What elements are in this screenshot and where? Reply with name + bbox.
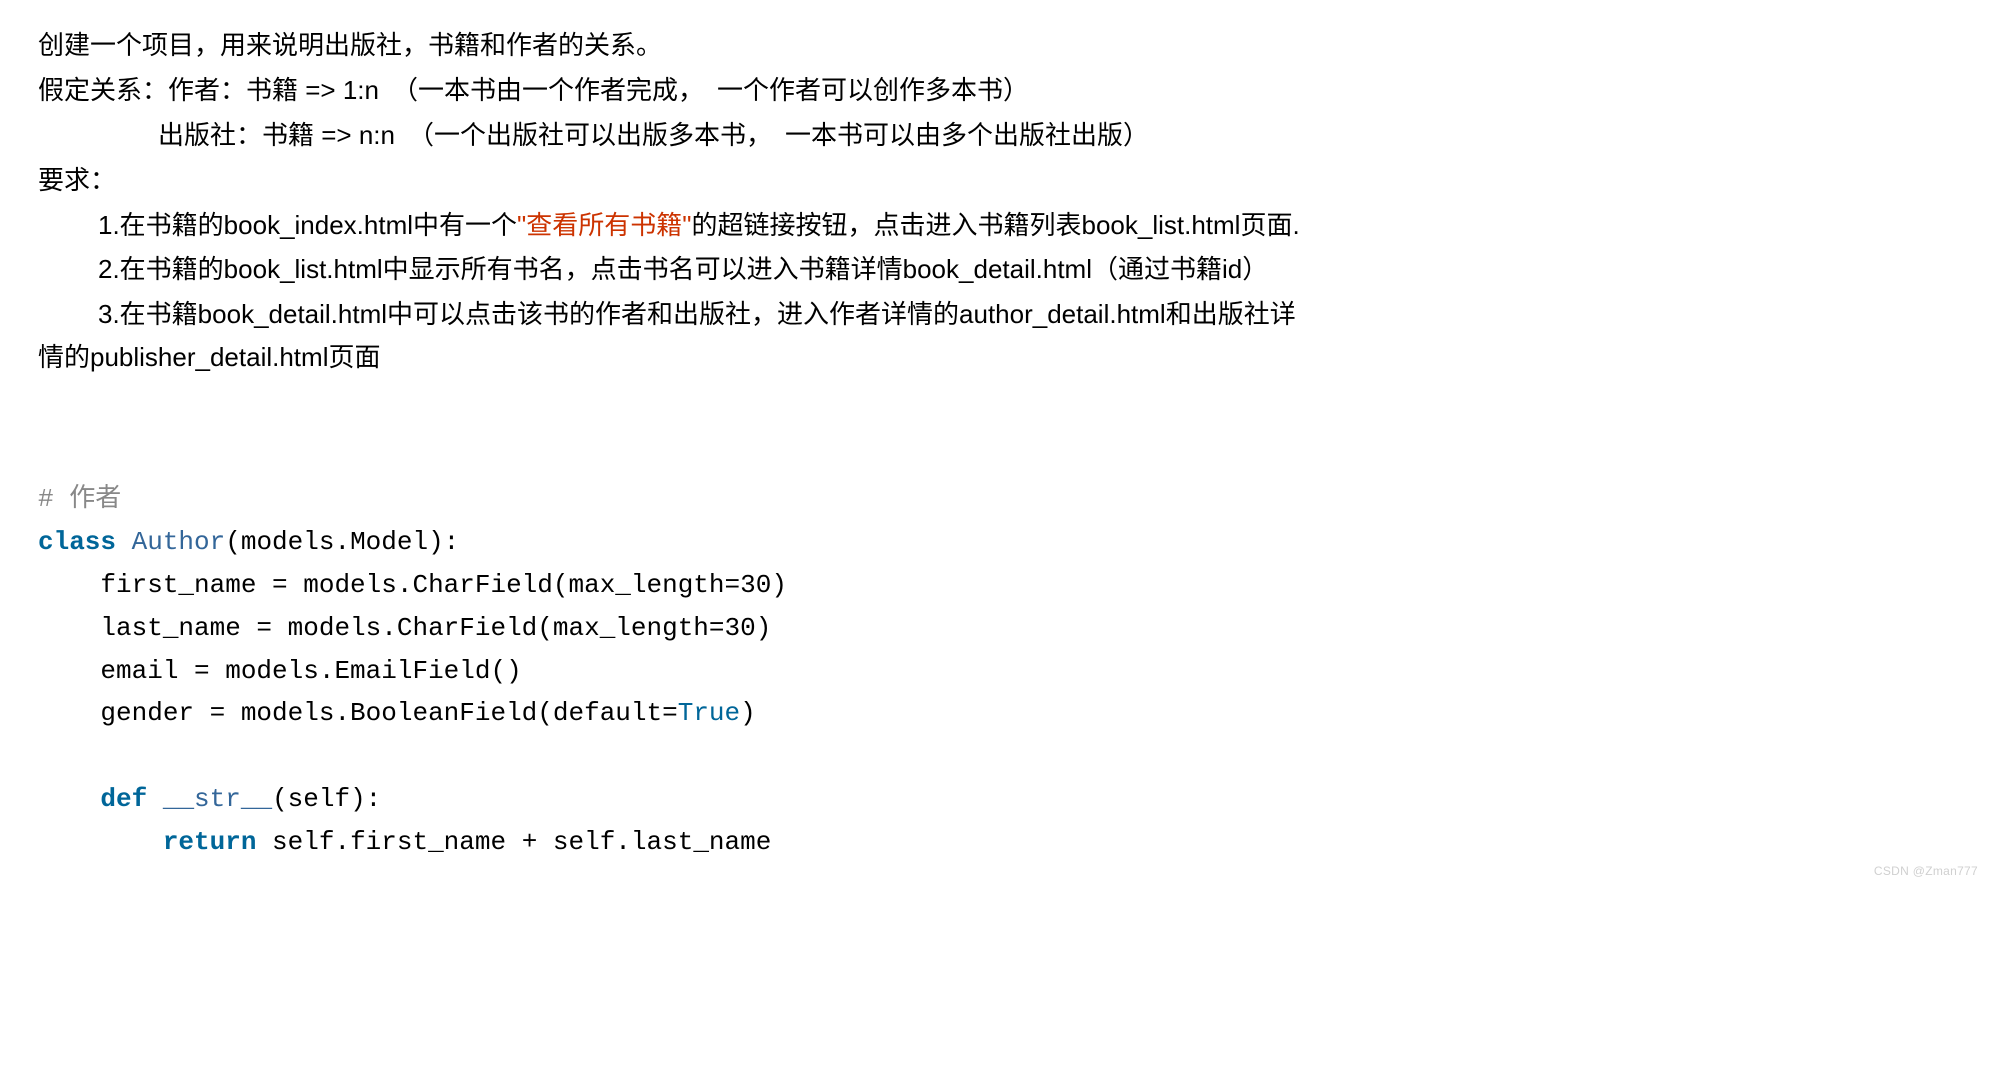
class-tail: (models.Model): <box>225 527 459 557</box>
requirements-label: 要求： <box>38 159 1954 202</box>
class-name: Author <box>132 527 226 557</box>
def-name: __str__ <box>163 784 272 814</box>
relation-author-book: 假定关系：作者：书籍 => 1:n （一本书由一个作者完成， 一个作者可以创作多… <box>38 69 1954 112</box>
field-gender-a: gender = models.BooleanField(default= <box>38 698 678 728</box>
field-gender-c: ) <box>740 698 756 728</box>
relation-publisher-book: 出版社：书籍 => n:n （一个出版社可以出版多本书， 一本书可以由多个出版社… <box>38 114 1954 157</box>
field-first-name: first_name = models.CharField(max_length… <box>38 570 787 600</box>
code-block: # 作者 class Author(models.Model): first_n… <box>38 435 1954 864</box>
field-gender-true: True <box>678 698 740 728</box>
field-email: email = models.EmailField() <box>38 656 522 686</box>
code-comment: # 作者 <box>38 484 121 514</box>
requirement-2: 2.在书籍的book_list.html中显示所有书名，点击书名可以进入书籍详情… <box>98 248 1954 291</box>
watermark-text: CSDN @Zman777 <box>1874 862 1978 882</box>
return-body: self.first_name + self.last_name <box>256 827 771 857</box>
def-keyword: def <box>100 784 147 814</box>
class-keyword: class <box>38 527 116 557</box>
req1-highlight: "查看所有书籍" <box>517 210 691 240</box>
def-tail: (self): <box>272 784 381 814</box>
req1-suffix: 的超链接按钮，点击进入书籍列表book_list.html页面. <box>692 210 1300 240</box>
requirement-3: 3.在书籍book_detail.html中可以点击该书的作者和出版社，进入作者… <box>38 293 1954 379</box>
req1-prefix: 1.在书籍的book_index.html中有一个 <box>98 210 517 240</box>
requirements-list: 1.在书籍的book_index.html中有一个"查看所有书籍"的超链接按钮，… <box>38 204 1954 292</box>
intro-text: 创建一个项目，用来说明出版社，书籍和作者的关系。 <box>38 24 1954 67</box>
field-last-name: last_name = models.CharField(max_length=… <box>38 613 771 643</box>
requirement-1: 1.在书籍的book_index.html中有一个"查看所有书籍"的超链接按钮，… <box>98 204 1954 247</box>
return-keyword: return <box>163 827 257 857</box>
